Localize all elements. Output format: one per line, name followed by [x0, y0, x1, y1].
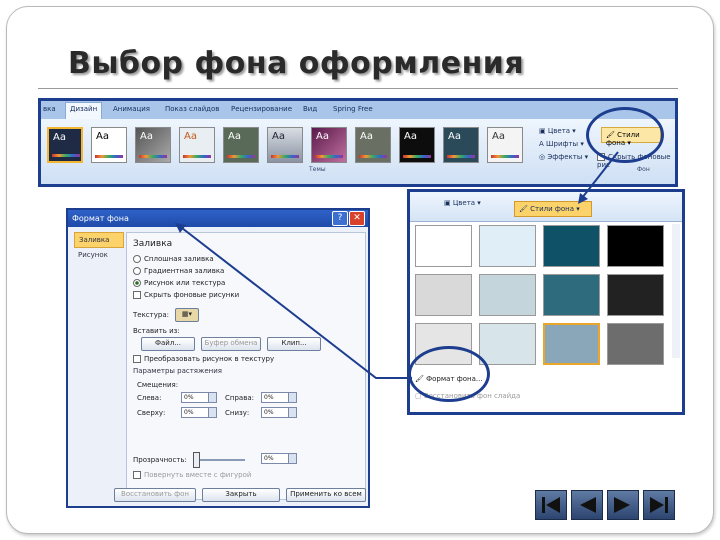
- last-slide-button[interactable]: [643, 490, 675, 520]
- close-button[interactable]: Закрыть: [202, 488, 280, 502]
- tab-spring-free[interactable]: Spring Free: [333, 105, 373, 113]
- theme-thumb[interactable]: Aa: [487, 127, 523, 163]
- colors-button[interactable]: ▣ Цвета ▾: [539, 125, 588, 138]
- ribbon-body: Aa Aa Aa Aa Aa Aa Aa Aa Aa Aa Aa Темы ▣ …: [41, 119, 675, 184]
- transparency-slider-knob[interactable]: [193, 452, 200, 468]
- left-offset-spinner[interactable]: 0%: [181, 392, 217, 403]
- theme-thumb[interactable]: Aa: [223, 127, 259, 163]
- offsets-label: Смещения:: [137, 381, 179, 389]
- sidebar-item-picture[interactable]: Рисунок: [74, 248, 124, 262]
- ribbon-tabs: вка Дизайн Анимация Показ слайдов Реценз…: [41, 101, 675, 119]
- radio-picture-texture[interactable]: Рисунок или текстура: [133, 279, 225, 287]
- theme-thumb[interactable]: Aa: [355, 127, 391, 163]
- help-icon[interactable]: ?: [332, 211, 348, 226]
- bg-style-swatch[interactable]: [607, 225, 664, 267]
- tile-checkbox[interactable]: Преобразовать рисунок в текстуру: [133, 355, 274, 363]
- hide-bg-graphics-checkbox[interactable]: Скрыть фоновые рисунки: [133, 291, 239, 299]
- radio-gradient-fill[interactable]: Градиентная заливка: [133, 267, 224, 275]
- prev-icon: [580, 497, 596, 513]
- theme-thumb[interactable]: Aa: [443, 127, 479, 163]
- bg-style-swatch[interactable]: [543, 225, 600, 267]
- slide-title: Выбор фона оформления: [68, 46, 525, 81]
- left-offset-label: Слева:: [137, 394, 162, 402]
- transparency-spinner[interactable]: 0%: [261, 453, 297, 464]
- next-slide-button[interactable]: [607, 490, 639, 520]
- theme-thumb[interactable]: Aa: [47, 127, 83, 163]
- section-fill-heading: Заливка: [133, 239, 173, 249]
- tab-insert[interactable]: вка: [43, 105, 56, 113]
- insert-from-label: Вставить из:: [133, 327, 180, 335]
- tab-design[interactable]: Дизайн: [65, 102, 103, 119]
- theme-thumb[interactable]: Aa: [135, 127, 171, 163]
- transparency-label: Прозрачность:: [133, 456, 187, 464]
- apply-all-button[interactable]: Применить ко всем: [286, 488, 366, 502]
- clip-button[interactable]: Клип...: [267, 337, 321, 351]
- theme-options: ▣ Цвета ▾ A Шрифты ▾ ◎ Эффекты ▾: [539, 125, 588, 164]
- bg-style-swatch[interactable]: [607, 274, 664, 316]
- dd-colors-button[interactable]: ▣ Цвета ▾: [444, 199, 481, 207]
- bg-style-swatch[interactable]: [479, 323, 536, 365]
- transparency-slider-track[interactable]: [195, 459, 245, 461]
- first-icon: [542, 497, 560, 513]
- file-button[interactable]: Файл...: [141, 337, 195, 351]
- theme-thumb[interactable]: Aa: [267, 127, 303, 163]
- title-underline: [38, 88, 678, 89]
- fonts-button[interactable]: A Шрифты ▾: [539, 138, 588, 151]
- tab-animation[interactable]: Анимация: [113, 105, 150, 113]
- tab-review[interactable]: Рецензирование: [231, 105, 292, 113]
- bg-style-swatch[interactable]: [479, 225, 536, 267]
- right-offset-spinner[interactable]: 0%: [261, 392, 297, 403]
- gallery-scrollbar[interactable]: [672, 224, 680, 358]
- last-icon: [650, 497, 668, 513]
- dropdown-header: ▣ Цвета ▾ 🖌 Стили фона ▾: [410, 192, 682, 222]
- theme-thumb[interactable]: Aa: [311, 127, 347, 163]
- theme-thumb[interactable]: Aa: [91, 127, 127, 163]
- stretch-options-heading: Параметры растяжения: [133, 367, 222, 375]
- rotate-with-shape-checkbox[interactable]: Повернуть вместе с фигурой: [133, 471, 251, 479]
- close-icon[interactable]: ✕: [349, 211, 365, 226]
- first-slide-button[interactable]: [535, 490, 567, 520]
- radio-solid-fill[interactable]: Сплошная заливка: [133, 255, 214, 263]
- bg-style-swatch[interactable]: [415, 274, 472, 316]
- bottom-offset-label: Снизу:: [225, 409, 250, 417]
- tab-view[interactable]: Вид: [303, 105, 317, 113]
- dialog-title: Формат фона: [72, 214, 129, 223]
- theme-thumb[interactable]: Aa: [179, 127, 215, 163]
- bottom-offset-spinner[interactable]: 0%: [261, 407, 297, 418]
- bg-style-swatch[interactable]: [543, 274, 600, 316]
- tab-slideshow[interactable]: Показ слайдов: [165, 105, 219, 113]
- bg-style-swatch[interactable]: [479, 274, 536, 316]
- theme-thumb[interactable]: Aa: [399, 127, 435, 163]
- bg-style-swatch[interactable]: [415, 225, 472, 267]
- clipboard-button[interactable]: Буфер обмена: [201, 337, 261, 351]
- texture-dropdown[interactable]: ▦▾: [175, 308, 199, 322]
- dialog-titlebar: Формат фона ? ✕: [68, 210, 368, 227]
- top-offset-label: Сверху:: [137, 409, 166, 417]
- top-offset-spinner[interactable]: 0%: [181, 407, 217, 418]
- right-offset-label: Справа:: [225, 394, 254, 402]
- reset-background-button[interactable]: Восстановить фон: [114, 488, 196, 502]
- group-label-bg: Фон: [637, 166, 650, 173]
- effects-button[interactable]: ◎ Эффекты ▾: [539, 151, 588, 164]
- dialog-sidebar: Заливка Рисунок: [74, 232, 124, 482]
- next-icon: [614, 497, 630, 513]
- group-label-themes: Темы: [309, 166, 326, 173]
- prev-slide-button[interactable]: [571, 490, 603, 520]
- bg-style-swatch[interactable]: [607, 323, 664, 365]
- sidebar-item-fill[interactable]: Заливка: [74, 232, 124, 248]
- highlight-ellipse: [408, 346, 490, 402]
- bg-style-swatch[interactable]: [543, 323, 600, 365]
- dd-bg-styles-button[interactable]: 🖌 Стили фона ▾: [514, 201, 592, 217]
- dialog-main: Заливка Сплошная заливка Градиентная зал…: [126, 232, 366, 500]
- highlight-ellipse: [586, 107, 664, 163]
- format-background-dialog: Формат фона ? ✕ Заливка Рисунок Заливка …: [66, 208, 370, 508]
- texture-label: Текстура:: [133, 311, 169, 319]
- ribbon-screenshot: вка Дизайн Анимация Показ слайдов Реценз…: [38, 98, 678, 187]
